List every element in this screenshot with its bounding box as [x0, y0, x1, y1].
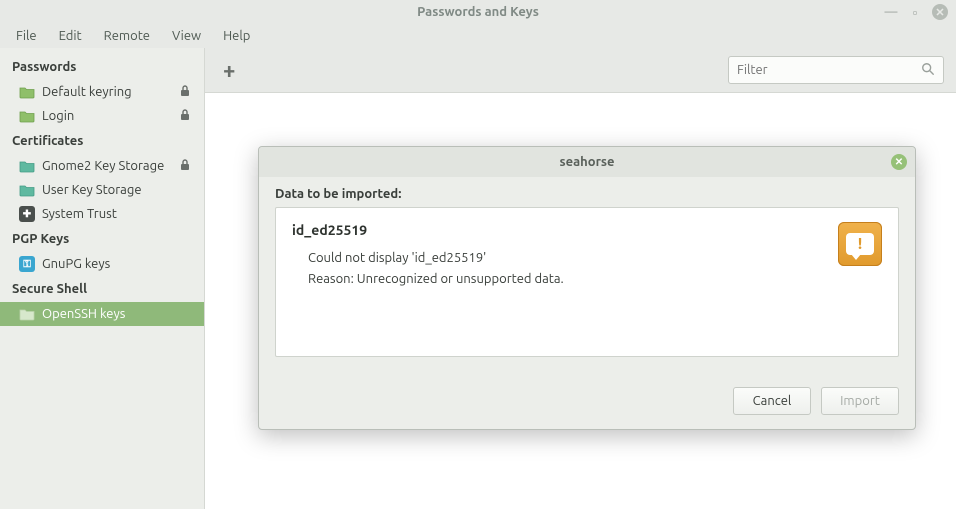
sidebar-item-label: Default keyring	[42, 85, 132, 99]
folder-icon	[18, 84, 36, 100]
sidebar-item-system-trust[interactable]: ✚ System Trust	[0, 202, 204, 226]
dialog-panel: id_ed25519 Could not display 'id_ed25519…	[275, 207, 899, 357]
sidebar-item-label: OpenSSH keys	[42, 307, 125, 321]
dialog-item-title: id_ed25519	[292, 222, 882, 238]
cancel-button[interactable]: Cancel	[733, 387, 811, 415]
sidebar-item-default-keyring[interactable]: Default keyring	[0, 80, 204, 104]
warning-icon: !	[838, 222, 882, 266]
window-title: Passwords and Keys	[417, 5, 539, 19]
add-button[interactable]: +	[217, 56, 241, 85]
sidebar-item-label: System Trust	[42, 207, 117, 221]
folder-icon	[18, 108, 36, 124]
import-dialog: seahorse ✕ Data to be imported: id_ed255…	[258, 146, 916, 430]
dialog-close-icon[interactable]: ✕	[891, 154, 907, 170]
menu-file[interactable]: File	[6, 26, 47, 46]
trust-icon: ✚	[18, 206, 36, 222]
dialog-body: Data to be imported: id_ed25519 Could no…	[259, 177, 915, 373]
minimize-icon[interactable]: —	[884, 5, 898, 19]
menu-view[interactable]: View	[162, 26, 211, 46]
key-icon: ⚿	[18, 256, 36, 272]
sidebar-item-login[interactable]: Login	[0, 104, 204, 128]
filter-box[interactable]	[728, 56, 944, 84]
lock-icon	[180, 85, 194, 100]
dialog-message-line1: Could not display 'id_ed25519'	[308, 248, 882, 269]
sidebar-item-label: GnuPG keys	[42, 257, 110, 271]
window-titlebar: Passwords and Keys — ▫ ✕	[0, 0, 956, 24]
toolbar: +	[205, 48, 956, 92]
window-controls: — ▫ ✕	[884, 4, 948, 20]
folder-icon	[18, 306, 36, 322]
sidebar-header: Certificates	[0, 128, 204, 154]
sidebar-item-label: Login	[42, 109, 74, 123]
close-icon[interactable]: ✕	[932, 4, 948, 20]
sidebar-item-label: Gnome2 Key Storage	[42, 159, 164, 173]
search-icon	[921, 62, 935, 79]
lock-icon	[180, 109, 194, 124]
menu-edit[interactable]: Edit	[49, 26, 92, 46]
dialog-actions: Cancel Import	[259, 373, 915, 429]
sidebar-item-openssh-keys[interactable]: OpenSSH keys	[0, 302, 204, 326]
maximize-icon[interactable]: ▫	[908, 5, 922, 19]
lock-icon	[180, 159, 194, 174]
sidebar: Passwords Default keyring Login Certificate…	[0, 48, 205, 509]
menu-remote[interactable]: Remote	[94, 26, 160, 46]
import-button[interactable]: Import	[821, 387, 899, 415]
dialog-message-line2: Reason: Unrecognized or unsupported data…	[308, 269, 882, 290]
folder-icon	[18, 158, 36, 174]
dialog-title: seahorse	[559, 155, 614, 169]
sidebar-item-gnome2-key-storage[interactable]: Gnome2 Key Storage	[0, 154, 204, 178]
sidebar-item-user-key-storage[interactable]: User Key Storage	[0, 178, 204, 202]
sidebar-item-gnupg-keys[interactable]: ⚿ GnuPG keys	[0, 252, 204, 276]
dialog-label: Data to be imported:	[275, 187, 899, 201]
sidebar-item-label: User Key Storage	[42, 183, 142, 197]
dialog-message: Could not display 'id_ed25519' Reason: U…	[308, 248, 882, 290]
sidebar-header: Passwords	[0, 54, 204, 80]
filter-input[interactable]	[737, 63, 921, 77]
sidebar-header: Secure Shell	[0, 276, 204, 302]
menu-help[interactable]: Help	[213, 26, 260, 46]
dialog-titlebar: seahorse ✕	[259, 147, 915, 177]
folder-icon	[18, 182, 36, 198]
sidebar-header: PGP Keys	[0, 226, 204, 252]
menubar: File Edit Remote View Help	[0, 24, 956, 48]
